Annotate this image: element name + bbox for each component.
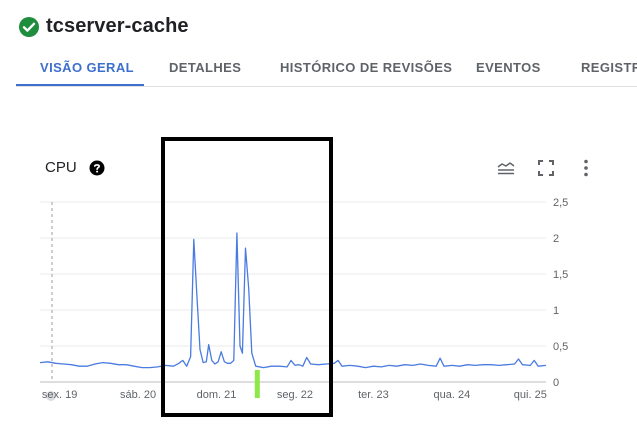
y-tick-label: 1 bbox=[553, 305, 559, 317]
tabs-divider bbox=[16, 86, 637, 87]
x-tick-label: qui. 25 bbox=[514, 389, 547, 401]
y-tick-label: 2 bbox=[553, 233, 559, 245]
chart-title: CPU bbox=[45, 159, 77, 176]
tab-overview[interactable]: VISÃO GERAL bbox=[40, 50, 134, 86]
x-tick-label: ter. 23 bbox=[358, 389, 389, 401]
x-tick-label: seg. 22 bbox=[277, 389, 313, 401]
tab-details[interactable]: DETALHES bbox=[169, 50, 241, 86]
x-tick-label: sáb. 20 bbox=[120, 389, 156, 401]
x-tick-label: sex. 19 bbox=[42, 389, 77, 401]
fullscreen-icon[interactable] bbox=[536, 158, 556, 178]
y-tick-label: 1,5 bbox=[553, 269, 568, 281]
y-tick-label: 0 bbox=[553, 377, 559, 389]
y-tick-label: 2,5 bbox=[553, 197, 568, 209]
check-circle-icon bbox=[19, 16, 39, 37]
cpu-line-chart[interactable]: 0 0,5 1 1,5 2 2,5 sex. 19 sáb. 20 dom. 21 seg. 22… bbox=[0, 190, 637, 410]
x-tick-label: dom. 21 bbox=[197, 389, 237, 401]
legend-toggle-icon[interactable] bbox=[496, 158, 516, 178]
service-header: tcserver-cache bbox=[18, 15, 189, 38]
y-tick-label: 0,5 bbox=[553, 341, 568, 353]
more-vert-icon[interactable] bbox=[576, 158, 596, 178]
cpu-series-line bbox=[39, 232, 547, 369]
tab-logs[interactable]: REGISTRO bbox=[581, 50, 637, 86]
x-tick-label: qua. 24 bbox=[434, 389, 471, 401]
timeline-marker[interactable] bbox=[254, 370, 260, 398]
tab-revision-history[interactable]: HISTÓRICO DE REVISÕES bbox=[280, 50, 452, 86]
tab-bar: VISÃO GERAL DETALHES HISTÓRICO DE REVISÕ… bbox=[16, 50, 637, 87]
service-title: tcserver-cache bbox=[46, 15, 189, 37]
help-icon[interactable] bbox=[89, 160, 105, 176]
tab-events[interactable]: EVENTOS bbox=[476, 50, 541, 86]
